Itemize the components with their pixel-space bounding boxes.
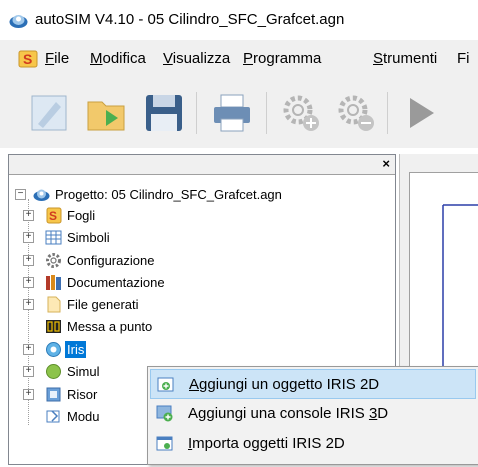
- print-icon[interactable]: [209, 90, 255, 136]
- expand-icon[interactable]: +: [23, 255, 34, 266]
- tree-item-label: Risor: [67, 387, 98, 402]
- menu-bar: S File Modifica Visualizza Programma Str…: [0, 40, 478, 79]
- expand-icon[interactable]: +: [23, 299, 34, 310]
- collapse-icon[interactable]: −: [15, 189, 26, 200]
- tree-item-iris[interactable]: + Iris: [23, 339, 223, 361]
- tree-item-simulazione[interactable]: + Simul: [23, 361, 153, 383]
- add-object-icon: [157, 377, 174, 392]
- tree-item-messa-a-punto[interactable]: Messa a punto: [23, 316, 223, 338]
- tree-item-fogli[interactable]: + S Fogli: [23, 205, 223, 227]
- table-icon: [45, 230, 62, 245]
- open-folder-icon[interactable]: [84, 90, 130, 136]
- expand-icon[interactable]: +: [23, 344, 34, 355]
- tree-item-label-selected: Iris: [65, 341, 87, 358]
- menu-visualizza[interactable]: Visualizza: [163, 50, 230, 67]
- books-icon: [46, 275, 61, 290]
- context-menu: Aggiungi un oggetto IRIS 2D Aggiungi una…: [147, 366, 478, 465]
- gear-remove-icon[interactable]: [333, 90, 379, 136]
- menu-strumenti[interactable]: Strumenti: [373, 50, 437, 67]
- tree-item-label: Simboli: [67, 230, 110, 245]
- project-icon: [33, 189, 50, 201]
- menu-item-add-iris-2d[interactable]: Aggiungi un oggetto IRIS 2D: [150, 369, 476, 399]
- tree-item-label: Progetto: 05 Cilindro_SFC_Grafcet.agn: [55, 187, 282, 202]
- autosim-app-icon: [9, 15, 28, 28]
- tree-item-documentazione[interactable]: + Documentazione: [23, 272, 223, 294]
- module-icon: [46, 410, 60, 423]
- tree-item-label: Simul: [67, 364, 100, 379]
- toolbar-separator: [387, 92, 388, 134]
- tree-item-label: File generati: [67, 297, 139, 312]
- tree-item-project[interactable]: − Progetto: 05 Cilindro_SFC_Grafcet.agn: [15, 184, 385, 206]
- tree-item-label: Configurazione: [67, 253, 155, 268]
- import-icon: [156, 436, 173, 451]
- menu-item-import-iris-2d[interactable]: Importa oggetti IRIS 2D: [150, 429, 474, 457]
- menu-programma[interactable]: Programma: [243, 50, 321, 67]
- file-icon: [47, 296, 61, 313]
- menu-file[interactable]: File: [45, 50, 69, 67]
- save-icon[interactable]: [141, 90, 187, 136]
- tree-item-file-generati[interactable]: + File generati: [23, 294, 223, 316]
- tree-item-moduli[interactable]: Modu: [23, 406, 153, 428]
- gear-icon: [46, 253, 61, 268]
- sheets-icon: S: [46, 207, 62, 224]
- toolbar: [0, 78, 478, 148]
- console-3d-icon: [156, 405, 173, 422]
- tree-item-label: Documentazione: [67, 275, 165, 290]
- menu-modifica[interactable]: Modifica: [90, 50, 146, 67]
- expand-icon[interactable]: +: [23, 366, 34, 377]
- svg-text:S: S: [49, 209, 57, 223]
- edit-icon[interactable]: [26, 90, 72, 136]
- toolbar-separator: [266, 92, 267, 134]
- expand-icon[interactable]: +: [23, 277, 34, 288]
- svg-text:S: S: [23, 51, 32, 67]
- tree-item-label: Messa a punto: [67, 319, 153, 334]
- menu-item-add-iris-3d-console[interactable]: Aggiungi una console IRIS 3D: [150, 399, 474, 427]
- resources-icon: [46, 387, 61, 402]
- tree-item-risorse[interactable]: + Risor: [23, 384, 153, 406]
- iris-icon: [46, 342, 61, 357]
- system-menu-icon[interactable]: S: [18, 50, 38, 68]
- tree-item-label: Fogli: [67, 208, 96, 223]
- simulation-icon: [46, 364, 61, 379]
- play-icon[interactable]: [400, 90, 446, 136]
- expand-icon[interactable]: +: [23, 210, 34, 221]
- title-bar: autoSIM V4.10 - 05 Cilindro_SFC_Grafcet.…: [0, 0, 478, 40]
- tree-item-configurazione[interactable]: + Configurazione: [23, 250, 223, 272]
- tree-item-label: Modu: [67, 409, 100, 424]
- window-title: autoSIM V4.10 - 05 Cilindro_SFC_Grafcet.…: [35, 11, 345, 28]
- debug-icon: [46, 320, 61, 333]
- tree-item-simboli[interactable]: + Simboli: [23, 227, 223, 249]
- panel-header: ×: [9, 155, 395, 175]
- menu-item-label: Aggiungi un oggetto IRIS 2D: [189, 376, 380, 393]
- menu-item-label: Aggiungi una console IRIS 3D: [188, 405, 389, 422]
- close-icon[interactable]: ×: [382, 156, 390, 171]
- expand-icon[interactable]: +: [23, 232, 34, 243]
- gear-add-icon[interactable]: [278, 90, 324, 136]
- expand-icon[interactable]: +: [23, 389, 34, 400]
- menu-item-label: Importa oggetti IRIS 2D: [188, 435, 345, 452]
- toolbar-separator: [196, 92, 197, 134]
- menu-fi[interactable]: Fi: [457, 50, 470, 67]
